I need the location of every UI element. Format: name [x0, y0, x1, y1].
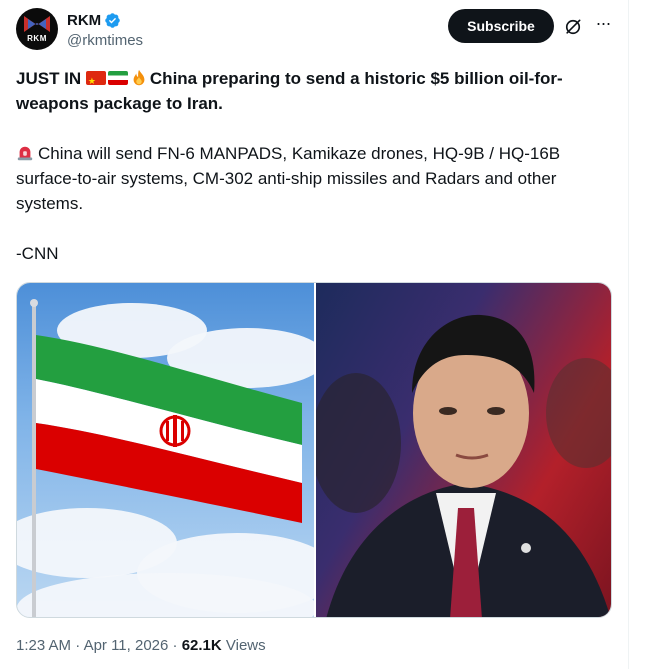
headline: JUST IN China preparing to send a histor… — [16, 66, 612, 116]
avatar-label: RKM — [16, 34, 58, 43]
verified-badge-icon[interactable] — [104, 12, 121, 29]
meta-separator: · — [168, 637, 181, 654]
siren-icon — [16, 144, 34, 162]
headline-prefix: JUST IN — [16, 69, 86, 88]
avatar[interactable]: RKM — [16, 8, 58, 50]
body-paragraph: China will send FN-6 MANPADS, Kamikaze d… — [16, 141, 612, 216]
column-divider — [628, 0, 629, 669]
rkm-logo-icon — [24, 16, 50, 32]
flag-illustration — [17, 283, 314, 618]
tweet-time[interactable]: 1:23 AM — [16, 637, 71, 654]
body-text: China will send FN-6 MANPADS, Kamikaze d… — [16, 144, 560, 213]
portrait-illustration — [316, 283, 612, 618]
meta-separator: · — [71, 637, 84, 654]
tweet-header: RKM RKM @rkmtimes Subscribe ··· — [16, 8, 616, 56]
china-flag-icon — [86, 71, 106, 85]
fire-icon — [130, 69, 148, 87]
more-icon[interactable]: ··· — [592, 13, 614, 35]
views-label: Views — [222, 637, 266, 654]
tweet-date[interactable]: Apr 11, 2026 — [84, 637, 169, 654]
tweet-text: JUST IN China preparing to send a histor… — [16, 66, 612, 266]
tweet-meta: 1:23 AM · Apr 11, 2026 · 62.1K Views — [16, 637, 266, 654]
iranian-flag-photo[interactable] — [17, 283, 314, 618]
media-grid — [16, 282, 612, 618]
display-name[interactable]: RKM — [67, 12, 101, 29]
name-row[interactable]: RKM — [67, 10, 121, 30]
source-line: -CNN — [16, 241, 612, 266]
iran-flag-icon — [108, 71, 128, 85]
views-count: 62.1K — [182, 637, 222, 654]
xi-jinping-portrait-photo[interactable] — [316, 283, 612, 618]
subscribe-button[interactable]: Subscribe — [448, 9, 554, 43]
grok-icon[interactable] — [563, 17, 583, 37]
handle[interactable]: @rkmtimes — [67, 32, 143, 49]
